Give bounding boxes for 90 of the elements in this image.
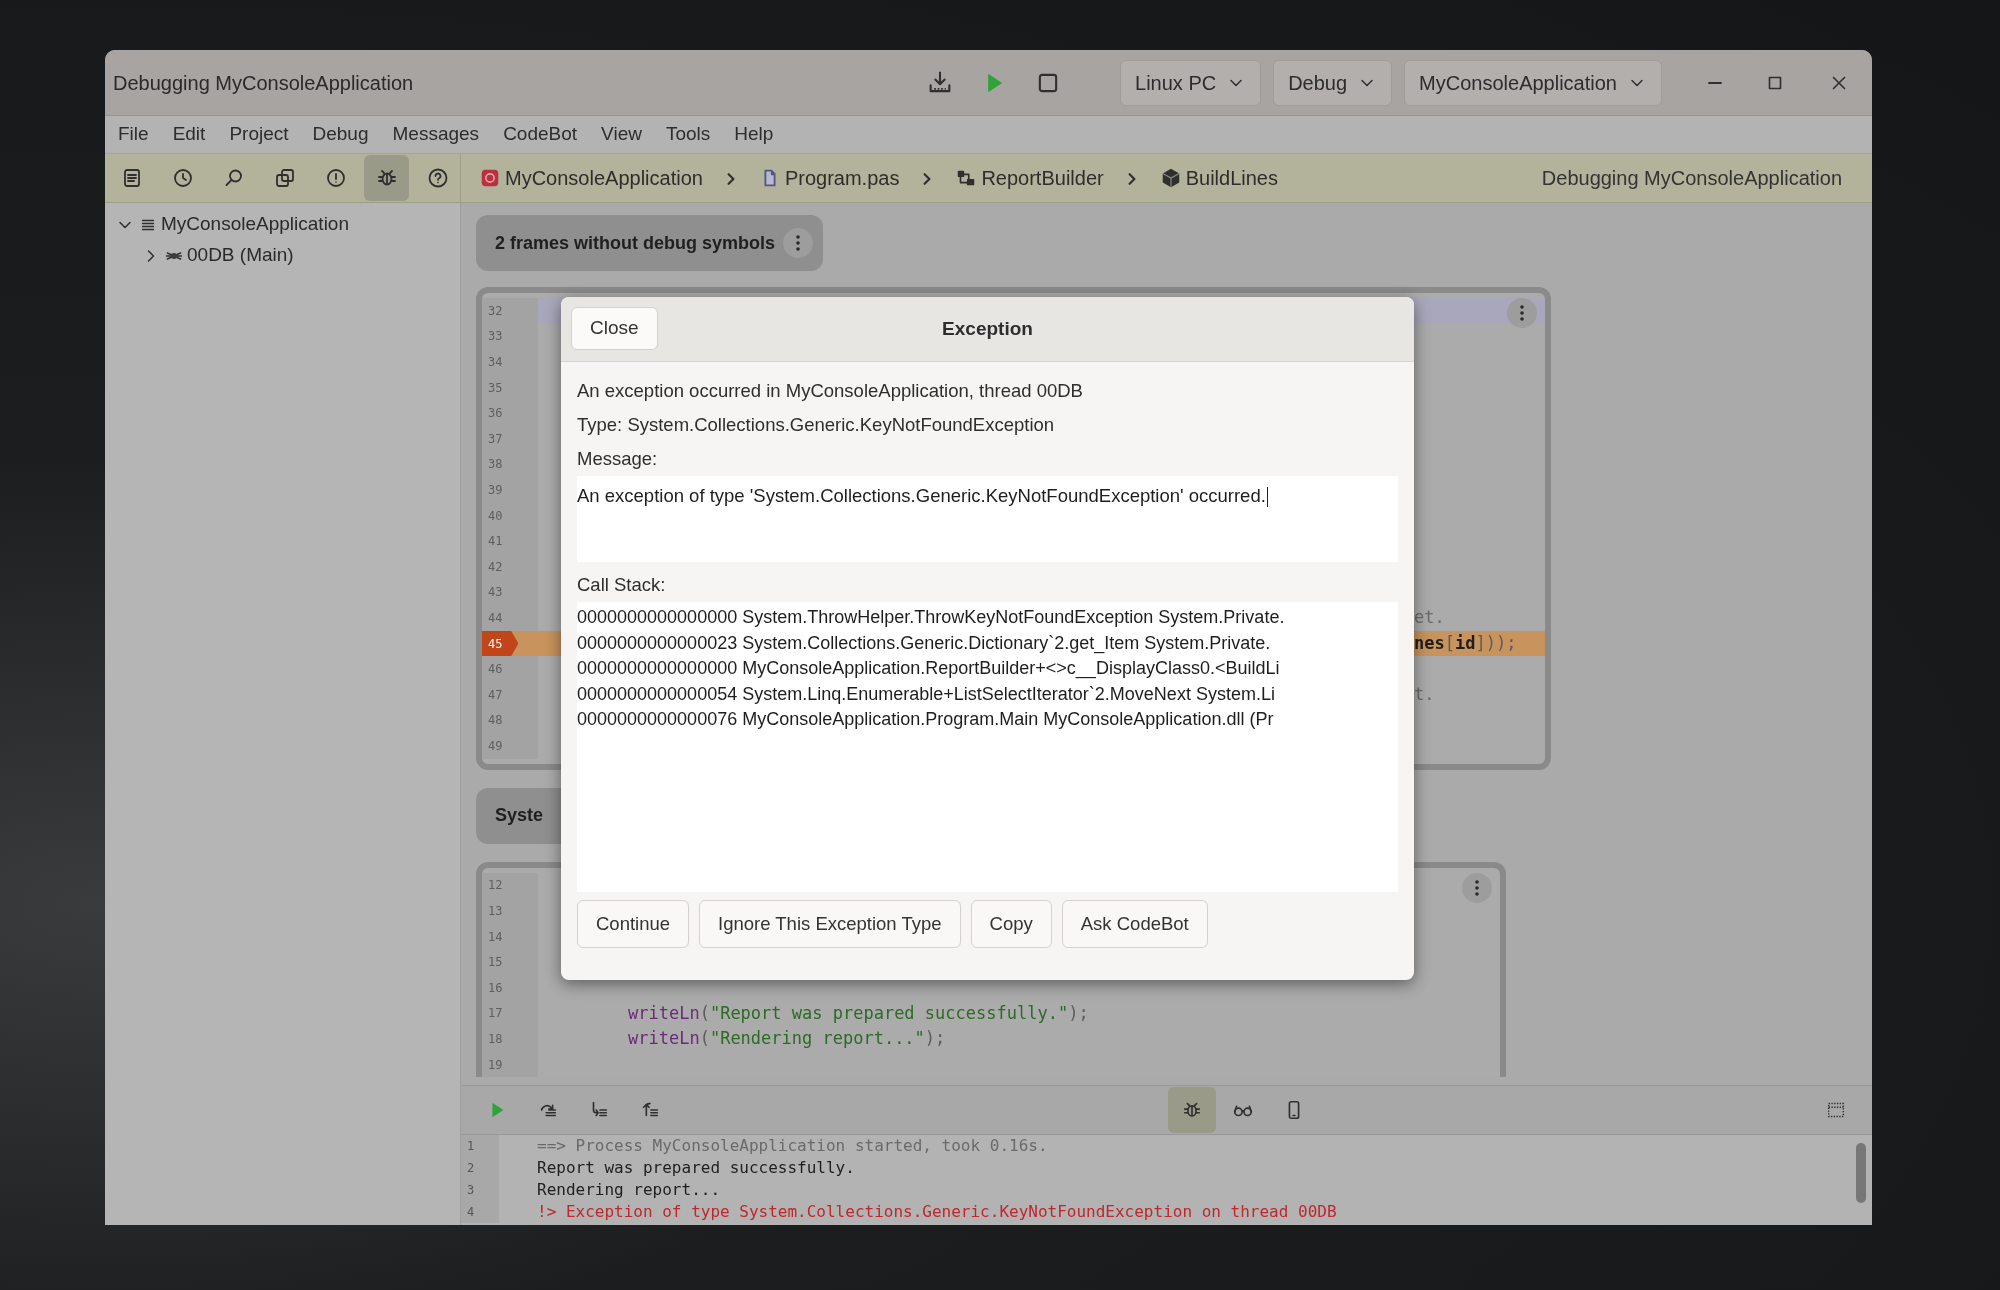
line-number: 14 bbox=[488, 928, 503, 946]
menu-item[interactable]: Debug bbox=[301, 120, 382, 149]
kebab-icon bbox=[1520, 305, 1524, 321]
console-line: Rendering report... bbox=[537, 1179, 721, 1201]
line-number: 38 bbox=[488, 456, 503, 474]
menu-item[interactable]: Help bbox=[723, 120, 787, 149]
line-number: 1 bbox=[461, 1135, 499, 1157]
line-number: 18 bbox=[488, 1031, 503, 1049]
line-number: 2 bbox=[461, 1157, 499, 1179]
line-number: 35 bbox=[488, 379, 503, 397]
stack-line: 0000000000000054 System.Linq.Enumerable+ListSelectIterator`2.MoveNext System.Li bbox=[577, 683, 1275, 704]
kebab-icon bbox=[796, 235, 801, 251]
line-number: 37 bbox=[488, 430, 503, 448]
line-number: 49 bbox=[488, 737, 503, 755]
line-number: 33 bbox=[488, 328, 503, 346]
line-number: 16 bbox=[488, 979, 503, 997]
breadcrumb-item[interactable]: MyConsoleApplication bbox=[505, 163, 703, 193]
console-line: !> Exception of type System.Collections.Generic.KeyNotFoundException on thread 00DB bbox=[537, 1201, 1337, 1223]
stack-line: 0000000000000000 MyConsoleApplication.ReportBuilder+<>c__DisplayClass0.<BuildLi bbox=[577, 658, 1280, 679]
separator-icon bbox=[726, 172, 735, 185]
menu-item[interactable]: Edit bbox=[161, 120, 219, 149]
dialog-button[interactable]: Ask CodeBot bbox=[1061, 900, 1208, 948]
breadcrumb-item[interactable]: ReportBuilder bbox=[981, 163, 1104, 193]
line-number: 40 bbox=[488, 507, 503, 525]
line-number: 32 bbox=[488, 302, 503, 320]
message-field[interactable]: An exception of type 'System.Collections.Generic.KeyNotFoundException' occurred. bbox=[577, 476, 1398, 562]
summary-text: An exception occurred in MyConsoleApplication, thread 00DB bbox=[577, 379, 1083, 404]
exception-marker: 45 bbox=[482, 630, 519, 657]
menu-item[interactable]: View bbox=[590, 120, 655, 149]
dialog-button[interactable]: Ignore This Exception Type bbox=[699, 900, 961, 948]
stack-line: 0000000000000000 System.ThrowHelper.ThrowKeyNotFoundException System.Private. bbox=[577, 607, 1285, 627]
menu-item[interactable]: Messages bbox=[381, 120, 493, 149]
more-button[interactable] bbox=[783, 228, 814, 258]
scrollbar-thumb[interactable] bbox=[1856, 1143, 1866, 1203]
dialog-button[interactable]: Copy bbox=[970, 900, 1052, 948]
console-line: Report was prepared successfully. bbox=[537, 1157, 855, 1179]
type-text: Type: System.Collections.Generic.KeyNotFoundException bbox=[577, 413, 1055, 438]
field-label: Call Stack: bbox=[577, 573, 666, 598]
line-number: 4 bbox=[461, 1201, 499, 1223]
line-number: 44 bbox=[488, 609, 503, 627]
window-title: Debugging MyConsoleApplication bbox=[113, 70, 414, 96]
tree-item[interactable]: 00DB (Main) bbox=[187, 241, 294, 270]
line-number: 19 bbox=[488, 1056, 503, 1074]
tree-item[interactable]: MyConsoleApplication bbox=[161, 210, 349, 239]
line-number: 12 bbox=[488, 877, 503, 895]
stack-line: 0000000000000076 MyConsoleApplication.Program.Main MyConsoleApplication.dll (Pr bbox=[577, 709, 1274, 730]
target-dropdown[interactable]: Linux PC bbox=[1120, 59, 1262, 106]
line-number: 17 bbox=[488, 1005, 503, 1023]
tool-button[interactable] bbox=[364, 155, 409, 201]
line-number: 15 bbox=[488, 954, 503, 972]
menu-item[interactable]: CodeBot bbox=[492, 120, 591, 149]
line-number: 34 bbox=[488, 354, 503, 371]
code-line: t. bbox=[1414, 682, 1435, 706]
dialog-title: Exception bbox=[942, 316, 1033, 341]
line-number: 43 bbox=[488, 584, 503, 602]
separator-icon bbox=[1127, 172, 1136, 185]
target-dropdown[interactable]: Debug bbox=[1273, 59, 1393, 106]
line-number: 39 bbox=[488, 481, 503, 499]
status-text: Debugging MyConsoleApplication bbox=[1541, 166, 1843, 191]
menu-item[interactable]: File bbox=[107, 120, 162, 149]
menu-item[interactable]: Tools bbox=[654, 120, 724, 149]
code-line: writeLn("Rendering report..."); bbox=[628, 1027, 946, 1051]
section-title: Syste bbox=[495, 804, 544, 828]
close-button[interactable]: Close bbox=[571, 307, 658, 350]
field-label: Message: bbox=[577, 447, 658, 472]
breadcrumb-item[interactable]: Program.pas bbox=[784, 163, 900, 193]
dialog-button[interactable]: Continue bbox=[577, 900, 690, 948]
line-number: 47 bbox=[488, 686, 503, 704]
stack-line: 0000000000000023 System.Collections.Generic.Dictionary`2.get_Item System.Private. bbox=[577, 632, 1271, 653]
line-number: 42 bbox=[488, 558, 503, 576]
code-line: writeLn("Report was prepared successfully."); bbox=[628, 1001, 1089, 1025]
line-number: 3 bbox=[461, 1179, 499, 1201]
breadcrumb-item[interactable]: BuildLines bbox=[1185, 163, 1278, 193]
code-line: et. bbox=[1414, 606, 1445, 630]
minimize-icon bbox=[1708, 80, 1722, 85]
kebab-icon bbox=[1475, 879, 1479, 896]
project-icon bbox=[479, 167, 501, 189]
separator-icon bbox=[923, 172, 932, 185]
target-dropdown[interactable]: MyConsoleApplication bbox=[1404, 59, 1662, 106]
menu-item[interactable]: Project bbox=[218, 120, 302, 149]
code-line: nes[id])); bbox=[1414, 631, 1517, 655]
line-number: 13 bbox=[488, 903, 503, 921]
more-button[interactable] bbox=[1462, 872, 1492, 903]
notice-text: 2 frames without debug symbols bbox=[495, 231, 776, 255]
console-line: ==> Process MyConsoleApplication started, took 0.16s. bbox=[537, 1135, 1048, 1157]
line-number: 41 bbox=[488, 533, 503, 551]
line-number: 48 bbox=[488, 712, 503, 730]
line-number: 36 bbox=[488, 405, 503, 423]
line-number: 46 bbox=[488, 661, 503, 679]
debug-tool-button[interactable] bbox=[1168, 1087, 1216, 1133]
